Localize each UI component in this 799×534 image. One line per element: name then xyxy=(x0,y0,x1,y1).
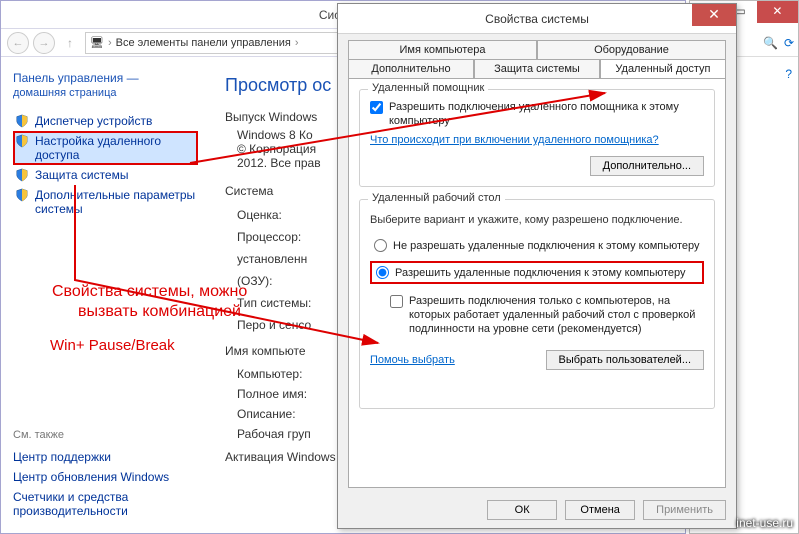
remote-desktop-group: Удаленный рабочий стол Выберите вариант … xyxy=(359,199,715,409)
shield-icon xyxy=(15,134,29,148)
annotation-line1: Свойства системы, можно xyxy=(52,282,247,302)
rdp-hint: Выберите вариант и укажите, кому разреше… xyxy=(370,214,704,226)
system-properties-dialog: Свойства системы ✕ Имя компьютера Оборуд… xyxy=(337,3,737,529)
shield-icon xyxy=(15,168,29,182)
search-icon[interactable]: 🔍 xyxy=(763,36,778,50)
checkbox-label: Разрешить подключения удаленного помощни… xyxy=(389,100,704,128)
see-also-header: См. также xyxy=(13,429,198,441)
tab-hardware[interactable]: Оборудование xyxy=(537,40,726,59)
sidebar-item-label: Диспетчер устройств xyxy=(35,114,152,128)
dialog-title: Свойства системы xyxy=(485,12,589,26)
remote-assistance-group: Удаленный помощник Разрешить подключения… xyxy=(359,89,715,187)
parent-close-button[interactable]: ✕ xyxy=(757,1,798,23)
sidebar-subheader[interactable]: домашняя страница xyxy=(13,87,198,99)
ok-button[interactable]: ОК xyxy=(487,500,557,520)
sidebar-item-advanced-settings[interactable]: Дополнительные параметры системы xyxy=(13,185,198,219)
nav-up-button[interactable]: ↑ xyxy=(59,32,81,54)
group-legend: Удаленный помощник xyxy=(368,82,488,94)
checkbox-input[interactable] xyxy=(370,101,383,114)
assistance-advanced-button[interactable]: Дополнительно... xyxy=(590,156,704,176)
sidebar-item-label: Защита системы xyxy=(35,168,128,182)
watermark: inet-use.ru xyxy=(736,516,793,530)
breadcrumb[interactable]: Все элементы панели управления xyxy=(116,37,291,49)
shield-icon xyxy=(15,188,29,202)
control-panel-icon: 🖥 xyxy=(90,36,104,49)
annotation-line2: вызвать комбинацией xyxy=(78,302,241,322)
link-perf-counters[interactable]: Счетчики и средства производительности xyxy=(13,487,198,521)
rdp-allow-radio[interactable]: Разрешить удаленные подключения к этому … xyxy=(370,261,704,284)
sidebar-item-system-protection[interactable]: Защита системы xyxy=(13,165,198,185)
sidebar-item-device-manager[interactable]: Диспетчер устройств xyxy=(13,111,198,131)
rdp-disallow-radio[interactable]: Не разрешать удаленные подключения к это… xyxy=(370,236,704,255)
tab-computer-name[interactable]: Имя компьютера xyxy=(348,40,537,59)
dialog-close-button[interactable]: ✕ xyxy=(692,4,736,26)
radio-input[interactable] xyxy=(374,239,387,252)
sidebar-item-label: Настройка удаленного доступа xyxy=(35,134,196,162)
tab-advanced[interactable]: Дополнительно xyxy=(348,59,474,78)
cancel-button[interactable]: Отмена xyxy=(565,500,635,520)
nav-forward-button[interactable]: → xyxy=(33,32,55,54)
help-icon[interactable]: ? xyxy=(785,67,792,81)
group-legend: Удаленный рабочий стол xyxy=(368,192,505,204)
nla-checkbox[interactable]: Разрешить подключения только с компьютер… xyxy=(390,294,704,336)
sidebar-item-label: Дополнительные параметры системы xyxy=(35,188,196,216)
sidebar-header[interactable]: Панель управления — xyxy=(13,71,198,85)
tab-protection[interactable]: Защита системы xyxy=(474,59,600,78)
radio-input[interactable] xyxy=(376,266,389,279)
select-users-button[interactable]: Выбрать пользователей... xyxy=(546,350,705,370)
apply-button[interactable]: Применить xyxy=(643,500,726,520)
checkbox-input[interactable] xyxy=(390,295,403,308)
link-windows-update[interactable]: Центр обновления Windows xyxy=(13,467,198,487)
shield-icon xyxy=(15,114,29,128)
sidebar-item-remote-settings[interactable]: Настройка удаленного доступа xyxy=(13,131,198,165)
remote-assistance-help-link[interactable]: Что происходит при включении удаленного … xyxy=(370,134,704,146)
link-action-center[interactable]: Центр поддержки xyxy=(13,447,198,467)
radio-label: Разрешить удаленные подключения к этому … xyxy=(395,267,686,279)
checkbox-label: Разрешить подключения только с компьютер… xyxy=(409,294,704,336)
radio-label: Не разрешать удаленные подключения к это… xyxy=(393,240,700,252)
nav-back-button[interactable]: ← xyxy=(7,32,29,54)
allow-remote-assistance-checkbox[interactable]: Разрешить подключения удаленного помощни… xyxy=(370,100,704,128)
refresh-icon[interactable]: ⟳ xyxy=(784,36,794,50)
annotation-line3: Win+ Pause/Break xyxy=(50,336,175,356)
tab-remote[interactable]: Удаленный доступ xyxy=(600,59,726,78)
rdp-help-link[interactable]: Помочь выбрать xyxy=(370,354,455,366)
